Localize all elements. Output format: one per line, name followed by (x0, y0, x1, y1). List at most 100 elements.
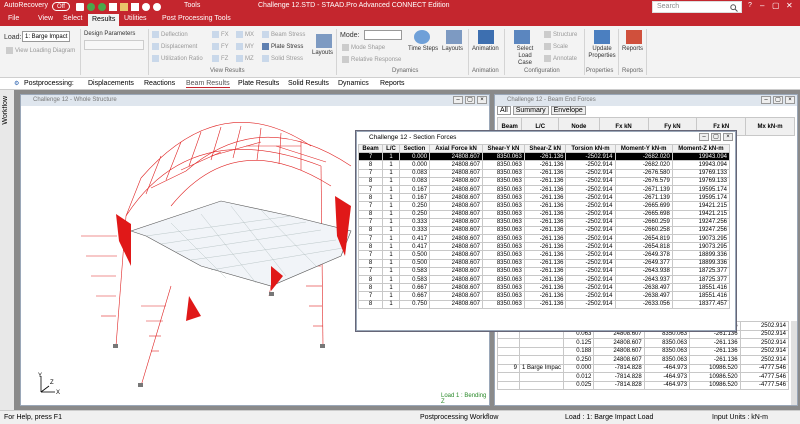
section-forces-col-header[interactable]: Section (398, 144, 431, 154)
section-forces-row[interactable]: 8 1 0.417 24808.607 8350.063 -261.136 -2502.91… (358, 242, 731, 252)
displacement-button[interactable]: Displacement (152, 43, 197, 50)
section-forces-row[interactable]: 7 1 0.250 24808.607 8350.063 -261.136 -2502.91… (358, 201, 731, 211)
section-forces-row[interactable]: 8 1 0.083 24808.607 8350.063 -261.136 -2502.91… (358, 176, 731, 186)
mode-shape-button[interactable]: Mode Shape (342, 44, 385, 51)
section-forces-col-header[interactable]: Torsion kN-m (565, 144, 616, 154)
layouts-label[interactable]: Layouts (312, 50, 333, 56)
solid-stress-button[interactable]: Solid Stress (262, 55, 303, 62)
annotate-button[interactable]: Annotate (544, 55, 577, 62)
redo-icon[interactable] (153, 3, 161, 11)
section-forces-row[interactable]: 8 1 0.333 24808.607 8350.063 -261.136 -2502.91… (358, 225, 731, 236)
window-maximize-button[interactable]: ▢ (711, 133, 721, 141)
menu-file[interactable]: File (8, 15, 19, 22)
beam-end-row[interactable]: 0.188 24808.607 8350.063 -261.136 2502.914 (497, 346, 790, 356)
section-forces-row[interactable]: 7 1 0.083 24808.607 8350.063 -261.136 -2502.91… (358, 168, 731, 178)
workflow-sidebar[interactable]: Workflow (0, 90, 14, 410)
menu-select[interactable]: Select (63, 15, 82, 22)
load-select[interactable]: 1: Barge Impact (22, 31, 70, 42)
fy-button[interactable]: FY (212, 43, 229, 50)
search-input[interactable]: Search (652, 1, 742, 13)
update-properties-label[interactable]: Update Properties (588, 46, 616, 60)
section-forces-col-header[interactable]: Moment-Z kN-m (671, 144, 731, 154)
tab-all[interactable]: All (497, 106, 511, 115)
tab-beam-results[interactable]: Beam Results (186, 80, 230, 88)
animation-label[interactable]: Animation (472, 46, 499, 52)
mz-button[interactable]: MZ (236, 55, 254, 62)
beam-end-scrollbar[interactable] (791, 321, 797, 405)
beam-end-row[interactable]: 0.125 24808.607 8350.063 -261.136 2502.914 (497, 338, 790, 348)
fx-button[interactable]: FX (212, 31, 229, 38)
scale-button[interactable]: Scale (544, 43, 568, 50)
menu-utilities[interactable]: Utilities (124, 15, 147, 22)
select-load-case-label[interactable]: Select Load Case (512, 46, 538, 67)
beam-end-row[interactable]: 0.012 -7814.828 -464.973 10986.520 -4777.546 (497, 372, 790, 382)
tab-dynamics[interactable]: Dynamics (338, 80, 369, 87)
window-close-button[interactable]: × (477, 96, 487, 104)
beam-end-row[interactable]: 0.250 24808.607 8350.063 -261.136 2502.914 (497, 355, 790, 365)
section-forces-col-header[interactable]: L/C (382, 144, 400, 154)
section-forces-row[interactable]: 7 1 0.667 24808.607 8350.063 -261.136 -2502.91… (358, 291, 731, 301)
utilization-ratio-button[interactable]: Utilization Ratio (152, 55, 203, 62)
window-minimize-button[interactable]: – (453, 96, 463, 104)
section-forces-row[interactable]: 7 1 0.000 24808.607 8350.063 -261.136 -2502.91… (358, 152, 731, 162)
window-maximize-button[interactable]: ▢ (773, 96, 783, 104)
beam-end-row[interactable]: 0.063 24808.607 8350.063 -261.136 2502.914 (497, 329, 790, 339)
back-icon[interactable] (87, 3, 95, 11)
fz-button[interactable]: FZ (212, 55, 228, 62)
save-icon[interactable] (76, 3, 84, 11)
tab-solid-results[interactable]: Solid Results (288, 80, 329, 87)
window-minimize-button[interactable]: – (699, 133, 709, 141)
search-icon[interactable] (730, 4, 738, 12)
tab-envelope[interactable]: Envelope (550, 106, 586, 115)
layouts-dynamics-icon[interactable] (446, 30, 462, 44)
menu-view[interactable]: View (38, 15, 53, 22)
section-forces-row[interactable]: 7 1 0.583 24808.607 8350.063 -261.136 -2502.91… (358, 266, 731, 277)
layouts-dynamics-label[interactable]: Layouts (442, 46, 463, 52)
section-forces-row[interactable]: 7 1 0.333 24808.607 8350.063 -261.136 -2502.91… (358, 217, 731, 227)
mode-select[interactable] (364, 30, 402, 40)
structure-button[interactable]: Structure (544, 31, 577, 38)
section-forces-row[interactable]: 8 1 0.750 24808.607 8350.063 -261.136 -2502.91… (358, 299, 731, 309)
my-button[interactable]: MY (236, 43, 254, 50)
beam-end-table-body[interactable]: 81 Barge Impac0.00024808.6078350.063-261… (497, 321, 795, 405)
window-maximize-button[interactable]: ▢ (465, 96, 475, 104)
animation-icon[interactable] (478, 30, 494, 44)
minimize-icon[interactable]: – (760, 1, 764, 10)
section-forces-row[interactable]: 7 1 0.500 24808.607 8350.063 -261.136 -2502.91… (358, 250, 731, 260)
section-forces-col-header[interactable]: Axial Force kN (429, 144, 484, 154)
section-forces-row[interactable]: 8 1 0.667 24808.607 8350.063 -261.136 -2502.91… (358, 283, 731, 293)
window-close-button[interactable]: × (785, 96, 795, 104)
beam-end-row[interactable]: 0.025 -7814.828 -464.973 10986.520 -4777.546 (497, 380, 790, 390)
forward-icon[interactable] (98, 3, 106, 11)
section-forces-col-header[interactable]: Beam (358, 144, 384, 154)
section-forces-col-header[interactable]: Shear-Y kN (482, 144, 525, 154)
section-forces-row[interactable]: 8 1 0.167 24808.607 8350.063 -261.136 -2502.91… (358, 193, 731, 203)
time-steps-icon[interactable] (414, 30, 430, 44)
plate-stress-button[interactable]: Plate Stress (262, 43, 303, 50)
section-forces-col-header[interactable]: Shear-Z kN (523, 144, 567, 154)
select-load-case-icon[interactable] (514, 30, 530, 44)
section-forces-col-header[interactable]: Moment-Y kN-m (614, 144, 673, 154)
undo-icon[interactable] (142, 3, 150, 11)
open-folder-icon[interactable] (120, 3, 128, 11)
window-close-button[interactable]: × (723, 133, 733, 141)
relative-response-button[interactable]: Relative Response (342, 56, 401, 63)
mx-button[interactable]: MX (236, 31, 254, 38)
autorecovery-toggle[interactable]: Off (52, 2, 70, 11)
print-icon[interactable] (131, 3, 139, 11)
section-forces-row[interactable]: 7 1 0.167 24808.607 8350.063 -261.136 -2502.91… (358, 184, 731, 195)
beam-end-row[interactable]: 91 Barge Impac 0.000 -7814.828 -464.973 1098… (497, 363, 790, 373)
maximize-icon[interactable]: ▢ (772, 1, 780, 10)
beam-stress-button[interactable]: Beam Stress (262, 31, 305, 38)
section-forces-table-container[interactable]: Beam L/C Section Axial Force kN Shear-Y kN Sh… (358, 144, 732, 330)
reports-icon[interactable] (626, 30, 642, 44)
tab-plate-results[interactable]: Plate Results (238, 80, 279, 87)
section-forces-row[interactable]: 8 1 0.583 24808.607 8350.063 -261.136 -2502.91… (358, 274, 731, 285)
section-forces-window[interactable]: Challenge 12 - Section Forces – ▢ × Beam… (356, 131, 736, 331)
tab-reactions[interactable]: Reactions (144, 80, 175, 87)
design-parameters-select[interactable] (84, 40, 144, 50)
tab-displacements[interactable]: Displacements (88, 80, 134, 87)
section-forces-row[interactable]: 8 1 0.250 24808.607 8350.063 -261.136 -2502.91… (358, 209, 731, 219)
menu-post-processing-tools[interactable]: Post Processing Tools (162, 15, 231, 22)
section-forces-row[interactable]: 7 1 0.417 24808.607 8350.063 -261.136 -2502.91… (358, 234, 731, 244)
